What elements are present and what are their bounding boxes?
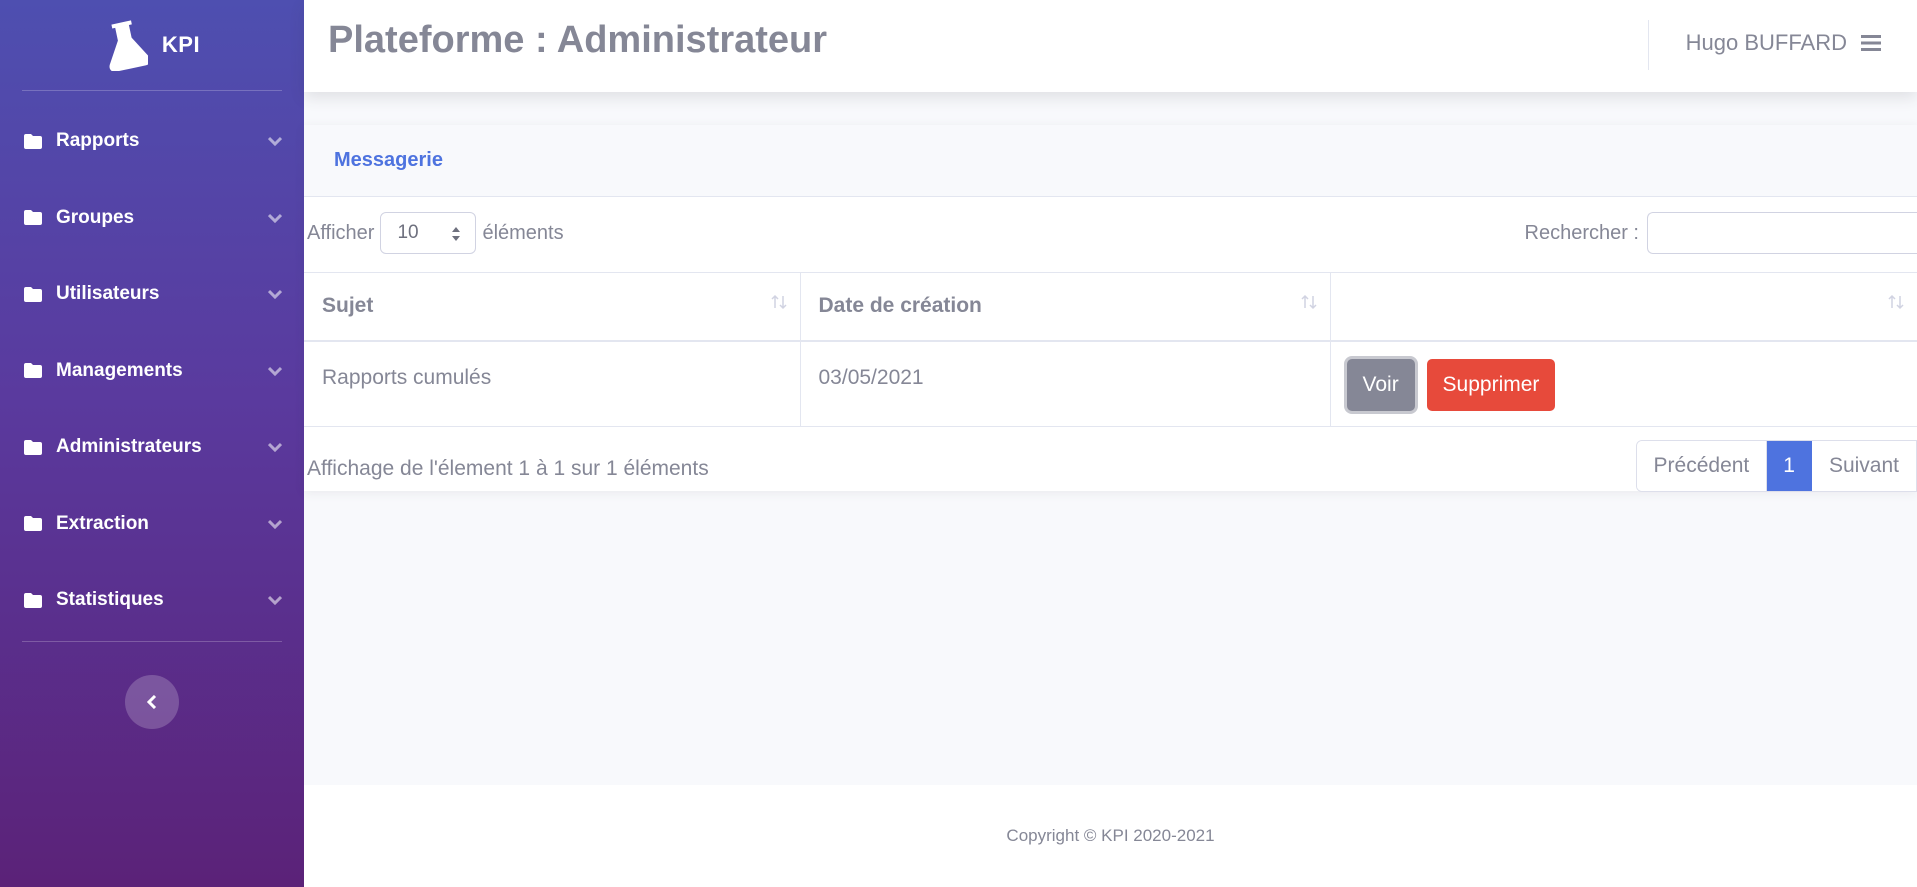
sidebar-item-label: Administrateurs xyxy=(56,436,202,458)
sidebar-item-label: Rapports xyxy=(56,130,140,152)
hamburger-icon xyxy=(1861,35,1881,51)
chevron-down-icon xyxy=(268,290,282,300)
folder-icon xyxy=(24,210,42,226)
sidebar-item-extraction[interactable]: Extraction xyxy=(0,486,304,563)
sidebar-item-label: Managements xyxy=(56,359,183,381)
table-header-row: Sujet Date de création xyxy=(304,272,1917,342)
folder-icon xyxy=(24,516,42,532)
messages-table: Sujet Date de création Rapports cumulés … xyxy=(304,272,1917,427)
sidebar-item-label: Utilisateurs xyxy=(56,283,160,305)
chevron-down-icon xyxy=(268,366,282,376)
table-row: Rapports cumulés 03/05/2021 Voir Supprim… xyxy=(304,340,1917,427)
search-control: Rechercher : xyxy=(1525,212,1917,254)
page-title-role: Administrateur xyxy=(556,18,828,61)
topbar-divider xyxy=(1648,20,1649,70)
search-label: Rechercher : xyxy=(1524,221,1640,244)
length-control: Afficher 10 éléments xyxy=(307,212,564,254)
folder-icon xyxy=(24,439,42,455)
folder-icon xyxy=(24,592,42,608)
sidebar-item-utilisateurs[interactable]: Utilisateurs xyxy=(0,256,304,333)
search-input[interactable] xyxy=(1647,212,1917,254)
page-title: Plateforme : Administrateur xyxy=(328,19,827,62)
sort-arrows-icon xyxy=(452,227,461,241)
pagination-page-current[interactable]: 1 xyxy=(1767,441,1812,491)
cell-actions: Voir Supprimer xyxy=(1330,340,1917,427)
table-footer: Affichage de l'élement 1 à 1 sur 1 éléme… xyxy=(304,427,1917,492)
sidebar-toggle-button[interactable] xyxy=(125,675,179,729)
length-suffix: éléments xyxy=(482,221,564,244)
folder-icon xyxy=(24,286,42,302)
sidebar-item-groupes[interactable]: Groupes xyxy=(0,180,304,257)
sidebar-nav: Rapports Groupes Utilisateurs Management… xyxy=(0,91,304,639)
view-button[interactable]: Voir xyxy=(1346,358,1415,411)
sidebar-item-administrateurs[interactable]: Administrateurs xyxy=(0,409,304,486)
sidebar-item-label: Groupes xyxy=(56,206,135,228)
folder-icon xyxy=(24,363,42,379)
pagination: Précédent 1 Suivant xyxy=(1635,440,1917,492)
copyright-text: Copyright © KPI 2020-2021 xyxy=(1006,826,1215,845)
card-header: Messagerie xyxy=(304,125,1917,197)
sort-icon xyxy=(1300,294,1317,310)
card-title: Messagerie xyxy=(334,149,443,171)
column-header-actions[interactable] xyxy=(1330,272,1917,342)
flask-icon xyxy=(109,20,148,71)
page-footer: Copyright © KPI 2020-2021 xyxy=(304,785,1917,887)
length-value: 10 xyxy=(397,222,419,243)
brand[interactable]: KPI xyxy=(0,0,304,90)
cell-date: 03/05/2021 xyxy=(800,340,1331,427)
sort-icon xyxy=(1888,294,1904,310)
pagination-next[interactable]: Suivant xyxy=(1811,441,1916,491)
chevron-left-icon xyxy=(147,695,157,709)
chevron-down-icon xyxy=(268,213,282,223)
chevron-down-icon xyxy=(268,519,282,529)
sidebar-item-managements[interactable]: Managements xyxy=(0,333,304,410)
folder-icon xyxy=(24,133,42,149)
sort-icon xyxy=(770,294,787,310)
column-header-date[interactable]: Date de création xyxy=(800,272,1331,342)
table-controls: Afficher 10 éléments Rechercher : xyxy=(304,197,1917,272)
length-prefix: Afficher xyxy=(307,221,375,244)
user-menu[interactable]: Hugo BUFFARD xyxy=(1686,30,1881,56)
messagerie-card: Messagerie Afficher 10 éléments Recherch… xyxy=(304,125,1917,492)
brand-name: KPI xyxy=(161,32,201,57)
sidebar-item-statistiques[interactable]: Statistiques xyxy=(0,562,304,639)
cell-sujet: Rapports cumulés xyxy=(304,340,801,427)
sidebar-item-label: Statistiques xyxy=(56,589,164,611)
pagination-previous[interactable]: Précédent xyxy=(1636,441,1768,491)
chevron-down-icon xyxy=(268,137,282,147)
sidebar-item-rapports[interactable]: Rapports xyxy=(0,103,304,180)
page-title-prefix: Plateforme : xyxy=(328,18,548,61)
sidebar-item-label: Extraction xyxy=(56,512,149,534)
delete-button[interactable]: Supprimer xyxy=(1426,358,1556,411)
column-header-sujet[interactable]: Sujet xyxy=(304,272,801,342)
table-info: Affichage de l'élement 1 à 1 sur 1 éléme… xyxy=(307,457,709,480)
chevron-down-icon xyxy=(268,596,282,606)
sidebar-divider xyxy=(22,640,282,642)
user-name: Hugo BUFFARD xyxy=(1685,30,1847,55)
length-select[interactable]: 10 xyxy=(380,212,477,254)
sidebar: KPI Rapports Groupes Utilisateurs Manage… xyxy=(0,0,304,887)
topbar: Plateforme : Administrateur Hugo BUFFARD xyxy=(304,0,1917,92)
chevron-down-icon xyxy=(268,443,282,453)
